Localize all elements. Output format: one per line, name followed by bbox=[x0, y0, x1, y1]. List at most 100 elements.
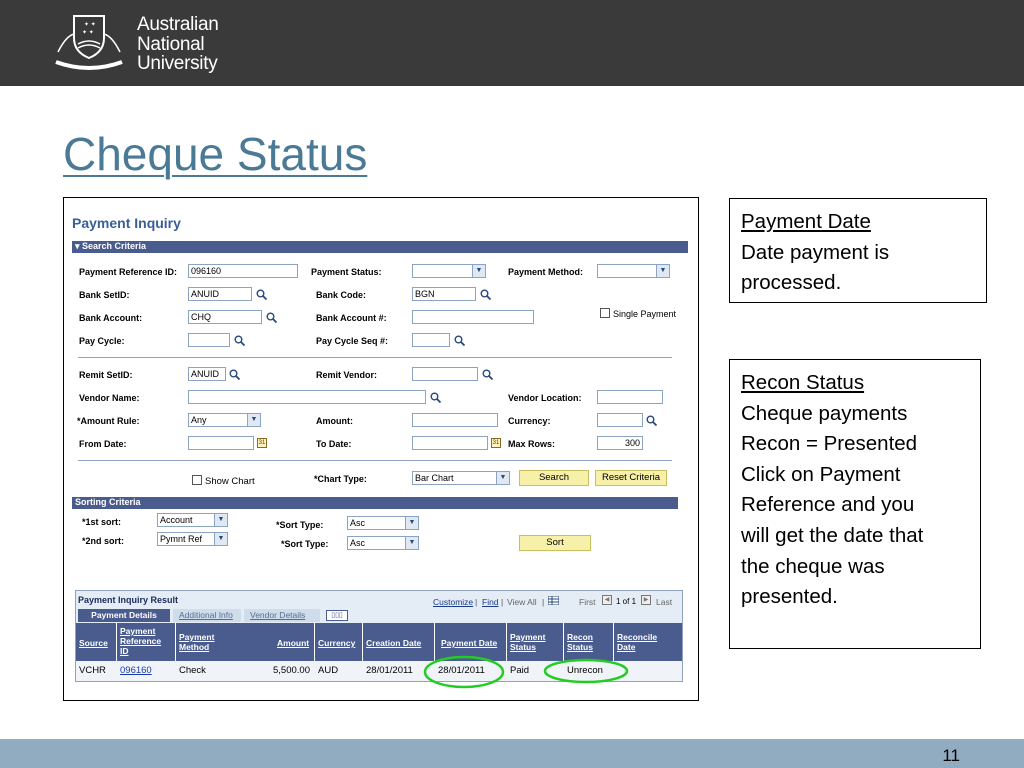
col-payment-reference-id[interactable]: Payment Reference ID bbox=[120, 626, 170, 656]
slide-title: Cheque Status bbox=[63, 128, 368, 180]
first-link[interactable]: First bbox=[579, 597, 596, 607]
last-link[interactable]: Last bbox=[656, 597, 672, 607]
search-criteria-bar[interactable]: ▾ Search Criteria bbox=[72, 241, 688, 253]
col-amount[interactable]: Amount bbox=[277, 638, 309, 648]
bank-account-input[interactable]: CHQ bbox=[188, 310, 262, 324]
payment-method-label: Payment Method: bbox=[508, 267, 584, 277]
to-date-input[interactable] bbox=[412, 436, 488, 450]
sort-type-2-label: *Sort Type: bbox=[281, 539, 329, 549]
anu-crest-logo: ✦ ✦ ✦ ✦ bbox=[55, 15, 123, 70]
tab-payment-details[interactable]: Payment Details bbox=[78, 609, 170, 622]
footer-bar bbox=[0, 739, 1024, 768]
remit-vendor-input[interactable] bbox=[412, 367, 478, 381]
second-sort-select[interactable]: Pymnt Ref ▼ bbox=[157, 532, 228, 546]
show-all-columns-icon[interactable]: ▯▯▯ bbox=[326, 610, 348, 621]
amount-label: Amount: bbox=[316, 416, 353, 426]
sort-type-1-label: *Sort Type: bbox=[276, 520, 324, 530]
col-payment-method[interactable]: Payment Method bbox=[179, 632, 229, 652]
payment-status-select[interactable]: ▼ bbox=[412, 264, 486, 278]
currency-input[interactable] bbox=[597, 413, 643, 427]
vendor-location-input[interactable] bbox=[597, 390, 663, 404]
sort-button[interactable]: Sort bbox=[519, 535, 591, 551]
lookup-icon[interactable] bbox=[482, 369, 493, 380]
dropdown-arrow-icon: ▼ bbox=[214, 533, 227, 545]
column-divider bbox=[506, 623, 507, 661]
lookup-icon[interactable] bbox=[430, 392, 441, 403]
tab-additional-info[interactable]: Additional Info bbox=[173, 609, 241, 622]
note-line: presented. bbox=[741, 585, 838, 609]
column-divider bbox=[175, 623, 176, 661]
recon-status-highlight bbox=[543, 658, 629, 684]
chart-type-select[interactable]: Bar Chart ▼ bbox=[412, 471, 510, 485]
svg-text:✦ ✦: ✦ ✦ bbox=[82, 29, 94, 36]
lookup-icon[interactable] bbox=[256, 289, 267, 300]
payment-method-select[interactable]: ▼ bbox=[597, 264, 670, 278]
from-date-input[interactable] bbox=[188, 436, 254, 450]
single-payment-checkbox[interactable] bbox=[600, 308, 610, 318]
first-sort-select[interactable]: Account ▼ bbox=[157, 513, 228, 527]
separator: | bbox=[542, 597, 545, 607]
remit-setid-input[interactable]: ANUID bbox=[188, 367, 226, 381]
show-chart-checkbox[interactable] bbox=[192, 475, 202, 485]
sort-type-2-select[interactable]: Asc ▼ bbox=[347, 536, 419, 550]
note-line: Click on Payment bbox=[741, 462, 901, 486]
next-icon[interactable]: ▶ bbox=[641, 595, 651, 605]
sort-type-1-select[interactable]: Asc ▼ bbox=[347, 516, 419, 530]
amount-rule-select[interactable]: Any ▼ bbox=[188, 413, 261, 427]
payment-ref-input[interactable]: 096160 bbox=[188, 264, 298, 278]
vendor-location-label: Vendor Location: bbox=[508, 393, 582, 403]
calendar-icon[interactable]: 31 bbox=[257, 438, 267, 448]
org-name-line3: University bbox=[137, 53, 218, 74]
payment-date-note-heading: Payment Date bbox=[741, 210, 871, 233]
vendor-name-label: Vendor Name: bbox=[79, 393, 140, 403]
col-reconcile-date[interactable]: Reconcile Date bbox=[617, 632, 667, 652]
dropdown-arrow-icon: ▼ bbox=[247, 414, 260, 426]
separator: | bbox=[501, 597, 504, 607]
amount-input[interactable] bbox=[412, 413, 498, 427]
search-button[interactable]: Search bbox=[519, 470, 589, 486]
col-currency[interactable]: Currency bbox=[318, 638, 355, 648]
lookup-icon[interactable] bbox=[480, 289, 491, 300]
download-grid-icon[interactable] bbox=[548, 596, 559, 605]
pay-cycle-seq-input[interactable] bbox=[412, 333, 450, 347]
lookup-icon[interactable] bbox=[454, 335, 465, 346]
col-creation-date[interactable]: Creation Date bbox=[366, 638, 421, 648]
lookup-icon[interactable] bbox=[646, 415, 657, 426]
bank-code-input[interactable]: BGN bbox=[412, 287, 476, 301]
lookup-icon[interactable] bbox=[229, 369, 240, 380]
col-source[interactable]: Source bbox=[79, 638, 108, 648]
note-line: Date payment is bbox=[741, 240, 890, 264]
recon-status-note: Recon Status Cheque payments Recon = Pre… bbox=[729, 359, 981, 649]
col-recon-status[interactable]: Recon Status bbox=[567, 632, 605, 652]
first-sort-value: Account bbox=[160, 515, 193, 525]
previous-icon[interactable]: ◀ bbox=[602, 595, 612, 605]
org-name-line1: Australian bbox=[137, 14, 219, 35]
lookup-icon[interactable] bbox=[266, 312, 277, 323]
col-payment-status[interactable]: Payment Status bbox=[510, 632, 558, 652]
bank-code-label: Bank Code: bbox=[316, 290, 367, 300]
bank-setid-label: Bank SetID: bbox=[79, 290, 130, 300]
vendor-name-input[interactable] bbox=[188, 390, 426, 404]
note-line: Cheque payments bbox=[741, 401, 908, 425]
payment-reference-link[interactable]: 096160 bbox=[120, 665, 152, 676]
max-rows-input[interactable]: 300 bbox=[597, 436, 643, 450]
bank-setid-input[interactable]: ANUID bbox=[188, 287, 252, 301]
calendar-icon[interactable]: 31 bbox=[491, 438, 501, 448]
bank-account-num-input[interactable] bbox=[412, 310, 534, 324]
view-all-link[interactable]: View All bbox=[507, 597, 537, 607]
lookup-icon[interactable] bbox=[234, 335, 245, 346]
reset-criteria-button[interactable]: Reset Criteria bbox=[595, 470, 667, 486]
customize-link[interactable]: Customize bbox=[433, 597, 473, 607]
note-line: processed. bbox=[741, 271, 842, 295]
max-rows-label: Max Rows: bbox=[508, 439, 556, 449]
tab-vendor-details[interactable]: Vendor Details bbox=[244, 609, 320, 622]
dropdown-arrow-icon: ▼ bbox=[656, 265, 669, 277]
cell-payment-method: Check bbox=[179, 665, 206, 676]
pay-cycle-input[interactable] bbox=[188, 333, 230, 347]
col-payment-date[interactable]: Payment Date bbox=[441, 638, 497, 648]
payment-status-label: Payment Status: bbox=[311, 267, 382, 277]
find-link[interactable]: Find bbox=[482, 597, 499, 607]
show-chart-label: Show Chart bbox=[205, 476, 255, 487]
org-name-line2: National bbox=[137, 34, 205, 55]
cell-creation-date: 28/01/2011 bbox=[366, 665, 413, 676]
